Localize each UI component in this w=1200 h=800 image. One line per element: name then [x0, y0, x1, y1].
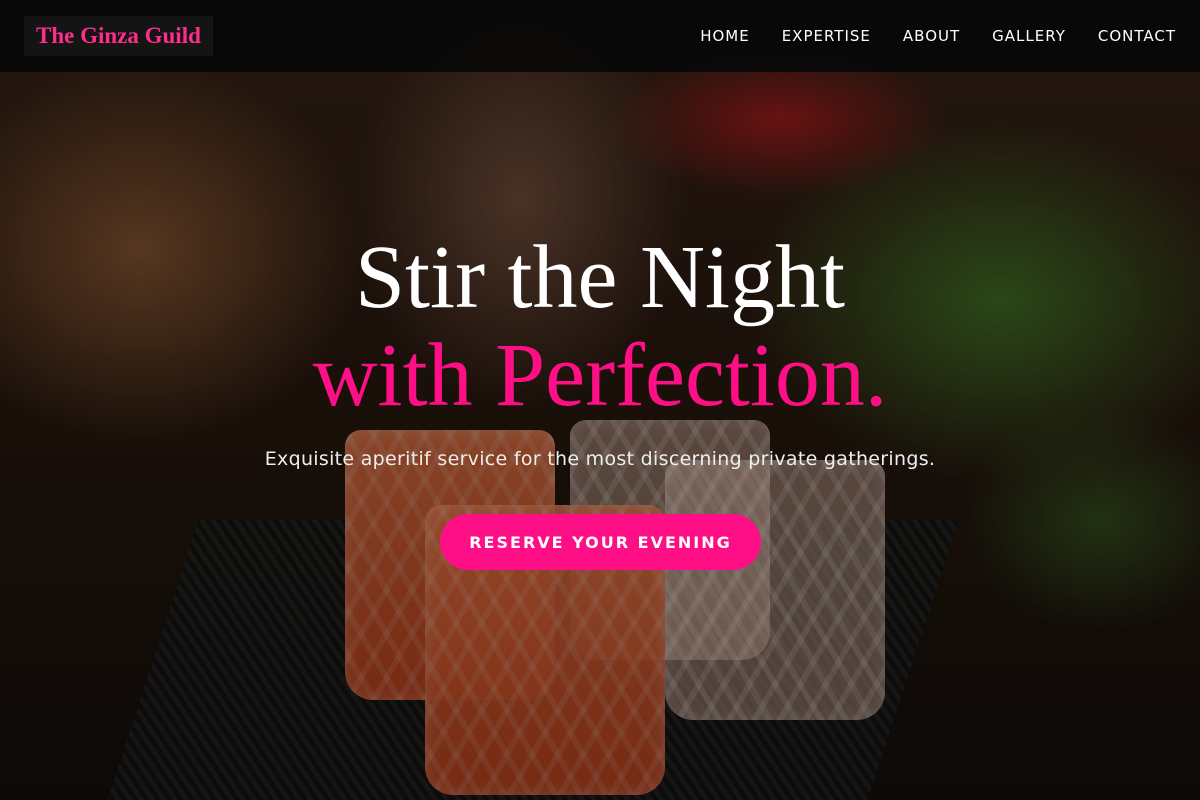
- hero-section: Stir the Night with Perfection. Exquisit…: [0, 0, 1200, 800]
- hero-headline-line2: with Perfection.: [312, 326, 888, 425]
- hero-headline-line1: Stir the Night: [355, 228, 845, 327]
- reserve-evening-button[interactable]: RESERVE YOUR EVENING: [440, 514, 761, 570]
- hero-subtitle: Exquisite aperitif service for the most …: [264, 448, 936, 470]
